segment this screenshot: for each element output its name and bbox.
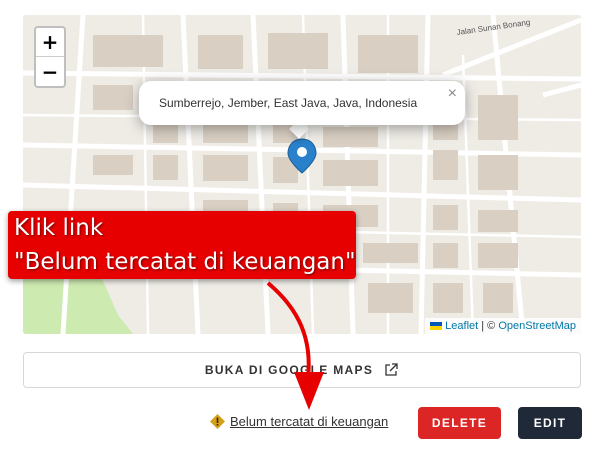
callout-line-2: "Belum tercatat di keuangan" — [14, 249, 356, 275]
location-popup: Sumberrejo, Jember, East Java, Java, Ind… — [139, 81, 465, 125]
popup-close-icon[interactable]: × — [448, 85, 457, 103]
delete-button[interactable]: DELETE — [418, 407, 501, 439]
finance-status-link[interactable]: Belum tercatat di keuangan — [209, 413, 388, 430]
zoom-control: + − — [34, 26, 66, 88]
callout-line-1: Klik link — [14, 215, 104, 241]
page: Jalan Sunan Bonang + − Sumberrejo, Jembe… — [0, 0, 605, 459]
osm-link[interactable]: OpenStreetMap — [498, 320, 576, 332]
ukraine-flag-icon — [430, 322, 443, 331]
attribution-separator: | © — [478, 320, 499, 332]
map-attribution: Leaflet | © OpenStreetMap — [425, 318, 581, 334]
open-google-maps-button[interactable]: BUKA DI GOOGLE MAPS — [23, 352, 581, 388]
edit-button[interactable]: EDIT — [518, 407, 582, 439]
instruction-callout: Klik link "Belum tercatat di keuangan" — [8, 211, 356, 279]
external-link-icon — [385, 363, 398, 376]
map-tiles: Jalan Sunan Bonang — [23, 15, 581, 334]
open-google-maps-label: BUKA DI GOOGLE MAPS — [204, 363, 374, 377]
warning-icon — [210, 414, 225, 429]
zoom-out-button[interactable]: − — [36, 57, 64, 86]
map[interactable]: Jalan Sunan Bonang + − Sumberrejo, Jembe… — [23, 15, 581, 334]
finance-status-text[interactable]: Belum tercatat di keuangan — [230, 414, 388, 429]
leaflet-link[interactable]: Leaflet — [445, 320, 478, 332]
popup-address: Sumberrejo, Jember, East Java, Java, Ind… — [159, 96, 418, 110]
zoom-in-button[interactable]: + — [36, 28, 64, 57]
